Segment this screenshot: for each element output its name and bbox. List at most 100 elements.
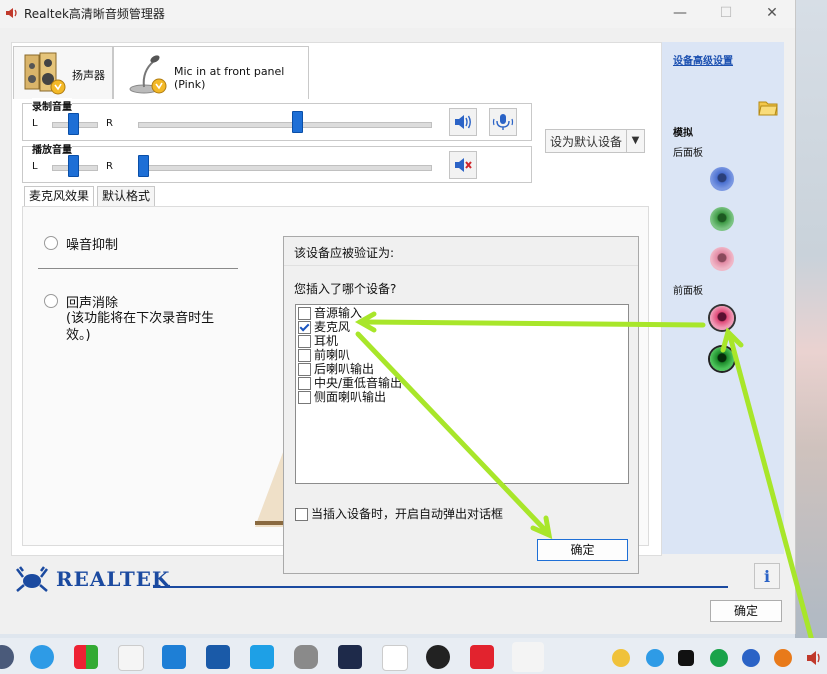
device-option-label: 音源输入	[314, 306, 363, 320]
maximize-button[interactable]: ☐	[714, 4, 738, 22]
desktop-wallpaper	[795, 0, 827, 640]
set-default-device-dropdown[interactable]: 设为默认设备 ▼	[545, 129, 645, 153]
front-panel-label: 前面板	[673, 286, 703, 297]
echo-cancel-radio[interactable]	[44, 294, 58, 308]
device-option-label: 前喇叭	[314, 348, 351, 362]
echo-cancel-label: 回声消除	[66, 296, 119, 311]
playback-left-label: L	[32, 161, 38, 172]
window-title: Realtek高清晰音频管理器	[24, 7, 165, 21]
device-option-label: 麦克风	[314, 320, 351, 334]
connector-panel: 设备高级设置 模拟 后面板 前面板	[662, 42, 784, 554]
music-icon[interactable]	[250, 645, 274, 669]
record-volume-slider[interactable]	[292, 111, 303, 133]
tray-sync-icon[interactable]	[742, 649, 760, 667]
tab-mic-label: Mic in at front panel (Pink)	[174, 65, 285, 91]
media-player-icon[interactable]	[426, 645, 450, 669]
checkbox-unchecked-icon	[298, 335, 311, 348]
checkbox-unchecked-icon	[298, 349, 311, 362]
auto-popup-label: 当插入设备时，开启自动弹出对话框	[311, 507, 504, 521]
device-option-2[interactable]: 耳机	[298, 334, 338, 348]
taskbar-chat-icon[interactable]	[30, 645, 54, 669]
microphone-device-icon	[129, 55, 167, 94]
noise-suppression-label: 噪音抑制	[66, 238, 119, 253]
record-volume-label: 录制音量	[32, 98, 72, 113]
set-default-device-label: 设为默认设备	[550, 135, 623, 149]
device-option-label: 中央/重低音输出	[314, 376, 403, 390]
effects-divider	[38, 268, 238, 269]
record-right-label: R	[106, 118, 113, 129]
back-jack-blue[interactable]	[710, 167, 734, 191]
tray-app-icon[interactable]	[678, 650, 694, 666]
playback-volume-slider[interactable]	[138, 155, 149, 177]
device-option-label: 后喇叭输出	[314, 362, 375, 376]
vscode-icon[interactable]	[162, 645, 186, 669]
mic-monitor-button[interactable]	[489, 108, 517, 136]
front-jack-green[interactable]	[710, 347, 734, 371]
title-bar: Realtek高清晰音频管理器 — ☐ ✕	[0, 0, 795, 28]
back-jack-pink[interactable]	[710, 247, 734, 271]
noise-suppression-radio[interactable]	[44, 236, 58, 250]
device-option-1[interactable]: 麦克风	[298, 320, 350, 334]
audition-icon[interactable]	[338, 645, 362, 669]
tab-default-format[interactable]: 默认格式	[97, 186, 156, 206]
playback-mute-button[interactable]	[449, 151, 477, 179]
checkbox-unchecked-icon	[298, 307, 311, 320]
folder-icon[interactable]	[758, 98, 778, 116]
speaker-volume-icon	[455, 115, 471, 129]
record-mute-button[interactable]	[449, 108, 477, 136]
device-option-0[interactable]: 音源输入	[298, 306, 362, 320]
tray-chat-icon[interactable]	[646, 649, 664, 667]
checkbox-unchecked-icon	[298, 391, 311, 404]
minimize-button[interactable]: —	[668, 4, 692, 22]
playback-right-label: R	[106, 161, 113, 172]
tab-mic-effects[interactable]: 麦克风效果	[24, 186, 95, 206]
tray-volume-icon[interactable]	[806, 650, 824, 666]
playback-balance-slider[interactable]	[68, 155, 79, 177]
advanced-settings-link[interactable]: 设备高级设置	[673, 52, 733, 67]
chevron-down-icon: ▼	[626, 130, 644, 152]
record-left-label: L	[32, 118, 38, 129]
info-button[interactable]: i	[754, 563, 780, 589]
record-balance-slider[interactable]	[68, 113, 79, 135]
speaker-device-icon	[24, 52, 66, 95]
taskbar-office-icon[interactable]	[74, 645, 98, 669]
speaker-app-icon	[6, 8, 17, 18]
brand-underline	[153, 586, 728, 588]
tab-speaker-label: 扬声器	[72, 69, 105, 82]
microphone-icon	[492, 114, 514, 130]
device-option-3[interactable]: 前喇叭	[298, 348, 350, 362]
tab-speaker[interactable]: 扬声器	[13, 46, 113, 99]
taskbar-document-icon[interactable]	[118, 645, 144, 671]
checkbox-unchecked-icon	[298, 377, 311, 390]
dialog-ok-button[interactable]: 确定	[537, 539, 628, 561]
echo-cancel-note: (该功能将在下次录音时生效。)	[66, 311, 215, 343]
device-option-4[interactable]: 后喇叭输出	[298, 362, 374, 376]
front-jack-pink[interactable]	[710, 306, 734, 330]
playback-volume-track	[138, 165, 432, 171]
taskbar-window-icon[interactable]	[206, 645, 230, 669]
realtek-taskbar-icon[interactable]	[512, 642, 544, 672]
microphone-app-icon[interactable]	[294, 645, 318, 669]
record-volume-track	[138, 122, 432, 128]
dialog-title: 该设备应被验证为:	[294, 246, 395, 260]
realtek-crab-logo-icon	[16, 566, 48, 592]
tray-xbox-icon[interactable]	[710, 649, 728, 667]
checkbox-checked-icon	[298, 321, 311, 334]
playback-volume-label: 播放音量	[32, 141, 72, 156]
tab-mic-front-panel[interactable]: Mic in at front panel (Pink)	[113, 46, 309, 99]
file-icon[interactable]	[382, 645, 408, 671]
close-button[interactable]: ✕	[760, 4, 784, 22]
device-option-6[interactable]: 侧面喇叭输出	[298, 390, 386, 404]
device-option-5[interactable]: 中央/重低音输出	[298, 376, 402, 390]
device-option-label: 耳机	[314, 334, 339, 348]
youdao-icon[interactable]	[470, 645, 494, 669]
main-ok-button[interactable]: 确定	[710, 600, 782, 622]
device-option-label: 侧面喇叭输出	[314, 390, 387, 404]
tray-weather-icon[interactable]	[612, 649, 630, 667]
analog-label: 模拟	[673, 128, 693, 139]
auto-popup-checkbox[interactable]: 当插入设备时，开启自动弹出对话框	[295, 505, 503, 522]
tray-search-icon[interactable]	[774, 649, 792, 667]
checkbox-unchecked-icon	[298, 363, 311, 376]
back-jack-green[interactable]	[710, 207, 734, 231]
dialog-question: 您插入了哪个设备?	[294, 282, 397, 296]
